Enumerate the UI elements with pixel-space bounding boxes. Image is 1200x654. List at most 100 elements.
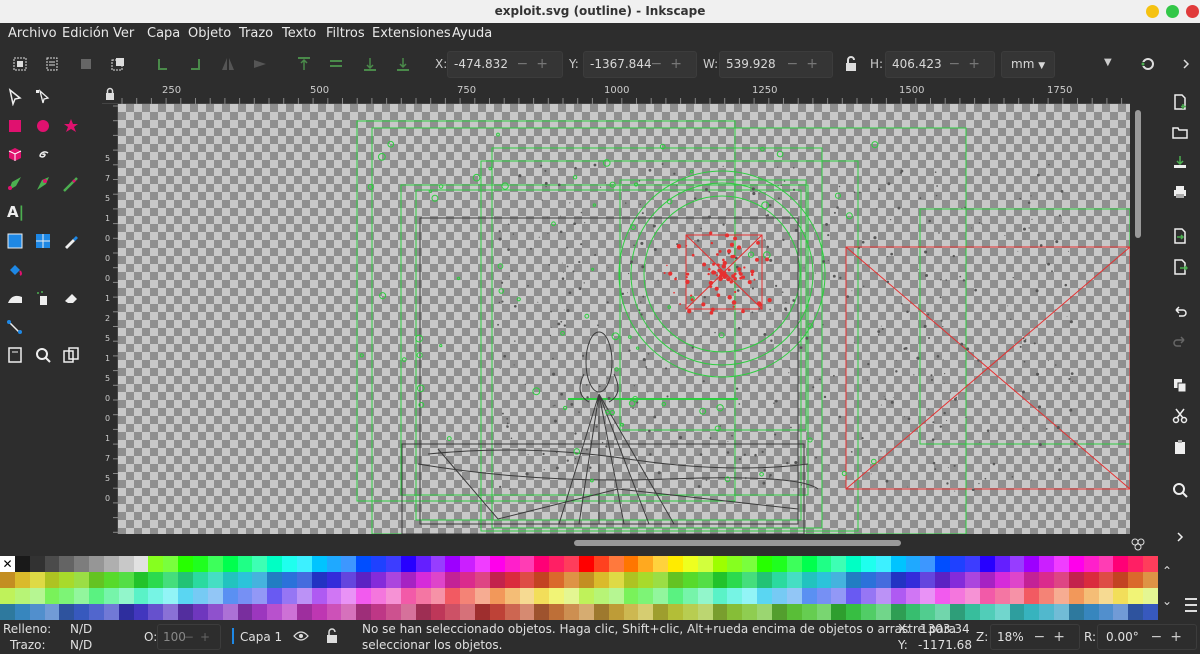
color-swatch[interactable] [386, 572, 402, 588]
rotate-input[interactable]: 0.00° −+ [1097, 624, 1197, 650]
color-swatch[interactable] [400, 572, 417, 588]
color-swatch[interactable] [727, 604, 743, 620]
node-tool-icon[interactable] [34, 88, 52, 106]
color-swatch[interactable] [1098, 588, 1114, 604]
color-swatch[interactable] [994, 556, 1011, 572]
color-swatch[interactable] [193, 604, 209, 620]
color-swatch[interactable] [163, 572, 179, 588]
new-document-icon[interactable] [1172, 94, 1188, 110]
color-swatch[interactable] [282, 556, 298, 572]
color-swatch[interactable] [44, 604, 60, 620]
color-swatch[interactable] [742, 572, 758, 588]
color-swatch[interactable] [994, 604, 1011, 620]
color-swatch[interactable] [1143, 556, 1159, 572]
color-swatch[interactable] [519, 604, 535, 620]
palette-scroll-down-icon[interactable]: ⌄ [1162, 594, 1172, 608]
color-swatch[interactable] [386, 556, 402, 572]
color-swatch[interactable] [1113, 572, 1129, 588]
color-swatch[interactable] [920, 604, 936, 620]
color-swatch[interactable] [875, 556, 892, 572]
color-swatch[interactable] [816, 556, 832, 572]
color-swatch[interactable] [712, 588, 728, 604]
spray-tool-icon[interactable] [34, 289, 52, 307]
color-swatch[interactable] [118, 556, 135, 572]
layer-visibility-icon[interactable] [293, 629, 309, 643]
minimize-button[interactable] [1146, 5, 1159, 18]
menu-edicion[interactable]: Edición [62, 26, 109, 41]
color-swatch[interactable] [890, 588, 907, 604]
color-swatch[interactable] [772, 604, 788, 620]
color-swatch[interactable] [1054, 556, 1070, 572]
color-swatch[interactable] [386, 588, 402, 604]
undo-icon[interactable] [1172, 304, 1188, 320]
color-swatch[interactable] [994, 588, 1011, 604]
color-swatch[interactable] [1083, 556, 1100, 572]
color-swatch[interactable] [935, 572, 951, 588]
color-swatch[interactable] [579, 588, 595, 604]
color-swatch[interactable] [786, 588, 803, 604]
color-swatch[interactable] [1054, 588, 1070, 604]
fill-value[interactable]: N/D [70, 622, 92, 636]
color-swatch[interactable] [890, 572, 907, 588]
color-swatch[interactable] [519, 556, 535, 572]
color-swatch[interactable] [905, 604, 921, 620]
color-swatch[interactable] [341, 556, 357, 572]
more-commands-icon[interactable] [1172, 529, 1188, 545]
color-swatch[interactable] [727, 556, 743, 572]
color-swatch[interactable] [133, 604, 149, 620]
color-swatch[interactable] [252, 556, 268, 572]
color-swatch[interactable] [252, 604, 268, 620]
drawing-canvas[interactable] [118, 104, 1130, 534]
color-swatch[interactable] [386, 604, 402, 620]
color-swatch[interactable] [875, 604, 892, 620]
color-swatch[interactable] [326, 604, 342, 620]
color-swatch[interactable] [638, 604, 654, 620]
color-swatch[interactable] [801, 604, 818, 620]
deselect-icon[interactable] [78, 56, 94, 72]
select-all-icon[interactable] [12, 56, 28, 72]
color-swatch[interactable] [950, 556, 966, 572]
color-swatch[interactable] [178, 572, 194, 588]
horizontal-scroll-thumb[interactable] [574, 540, 901, 546]
color-swatch[interactable] [356, 604, 372, 620]
text-tool-icon[interactable]: A| [7, 203, 25, 221]
color-swatch[interactable] [1009, 588, 1025, 604]
color-swatch[interactable] [920, 556, 936, 572]
color-swatch[interactable] [400, 604, 417, 620]
color-swatch[interactable] [400, 588, 417, 604]
flip-vertical-icon[interactable] [252, 56, 268, 72]
color-swatch[interactable] [0, 572, 16, 588]
color-swatch[interactable] [489, 556, 506, 572]
color-swatch[interactable] [1128, 572, 1144, 588]
color-swatch[interactable] [475, 604, 491, 620]
color-swatch[interactable] [103, 588, 120, 604]
color-swatch[interactable] [653, 604, 669, 620]
color-swatch[interactable] [237, 588, 253, 604]
color-swatch[interactable] [29, 588, 46, 604]
color-swatch[interactable] [282, 572, 298, 588]
color-swatch[interactable] [1083, 588, 1100, 604]
color-swatch[interactable] [534, 604, 550, 620]
h-input[interactable]: 406.423 −+ [885, 51, 995, 78]
color-swatch[interactable] [0, 604, 16, 620]
zoom-input[interactable]: 18% −+ [990, 624, 1080, 650]
color-swatch[interactable] [1128, 556, 1144, 572]
color-swatch[interactable] [341, 572, 357, 588]
palette-menu-icon[interactable] [1184, 596, 1198, 614]
color-swatch[interactable] [1024, 572, 1040, 588]
color-swatch[interactable] [861, 556, 877, 572]
color-swatch[interactable] [163, 556, 179, 572]
color-swatch[interactable] [118, 572, 135, 588]
vertical-scroll-thumb[interactable] [1135, 110, 1141, 238]
calligraphy-tool-icon[interactable] [62, 175, 80, 193]
color-swatch[interactable] [549, 572, 565, 588]
color-swatch[interactable] [460, 604, 476, 620]
menu-filtros[interactable]: Filtros [326, 26, 365, 41]
color-swatch[interactable] [311, 588, 328, 604]
color-swatch[interactable] [861, 572, 877, 588]
color-swatch[interactable] [772, 556, 788, 572]
color-swatch[interactable] [1068, 604, 1085, 620]
color-swatch[interactable] [296, 572, 313, 588]
redo-icon[interactable] [1172, 334, 1188, 350]
menu-extensiones[interactable]: Extensiones [372, 26, 451, 41]
